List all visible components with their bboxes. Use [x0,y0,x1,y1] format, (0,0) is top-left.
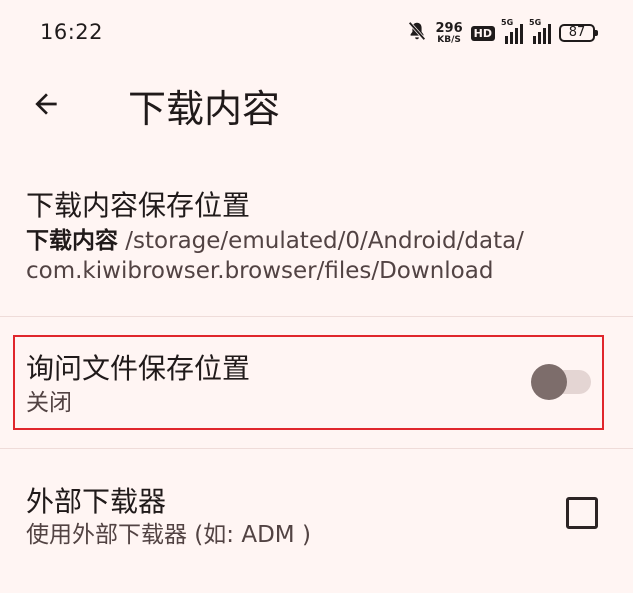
app-bar: 下载内容 [0,64,633,144]
download-location-title: 下载内容保存位置 [26,189,251,222]
signal-5g-icon: 5G [529,18,551,44]
download-location-folder: 下载内容 [26,228,118,254]
divider [0,448,633,449]
signal-label: 5G [501,18,514,27]
battery-icon: 87 [559,24,598,42]
net-speed-indicator: 296 KB/S [436,22,463,45]
net-speed-value: 296 [435,20,463,36]
download-location-path-1: /storage/emulated/0/Android/data/ [118,228,524,254]
status-time: 16:22 [40,20,104,44]
back-button[interactable] [24,82,68,126]
signal-label: 5G [529,18,542,27]
download-location-setting[interactable]: 下载内容保存位置 下载内容 /storage/emulated/0/Androi… [0,170,633,315]
mute-bell-icon [406,20,428,46]
external-downloader-title: 外部下载器 [26,485,167,518]
status-bar: 16:22 296 KB/S HD 5G 5G 87 [0,0,633,64]
status-icons: 296 KB/S HD 5G 5G 87 [406,18,598,48]
page-title: 下载内容 [128,87,281,131]
download-location-path-2: com.kiwibrowser.browser/files/Download [26,258,494,284]
external-downloader-summary: 使用外部下载器 (如: ADM ) [26,522,311,548]
download-location-summary: 下载内容 /storage/emulated/0/Android/data/ c… [26,226,524,286]
external-downloader-setting[interactable]: 外部下载器 使用外部下载器 (如: ADM ) [0,470,633,570]
external-downloader-checkbox[interactable] [566,497,598,529]
net-speed-unit: KB/S [437,34,461,45]
signal-5g-icon: 5G [501,18,523,44]
hd-icon: HD [470,25,495,41]
divider [0,316,633,317]
arrow-left-icon [35,93,57,115]
highlight-box [13,335,604,430]
